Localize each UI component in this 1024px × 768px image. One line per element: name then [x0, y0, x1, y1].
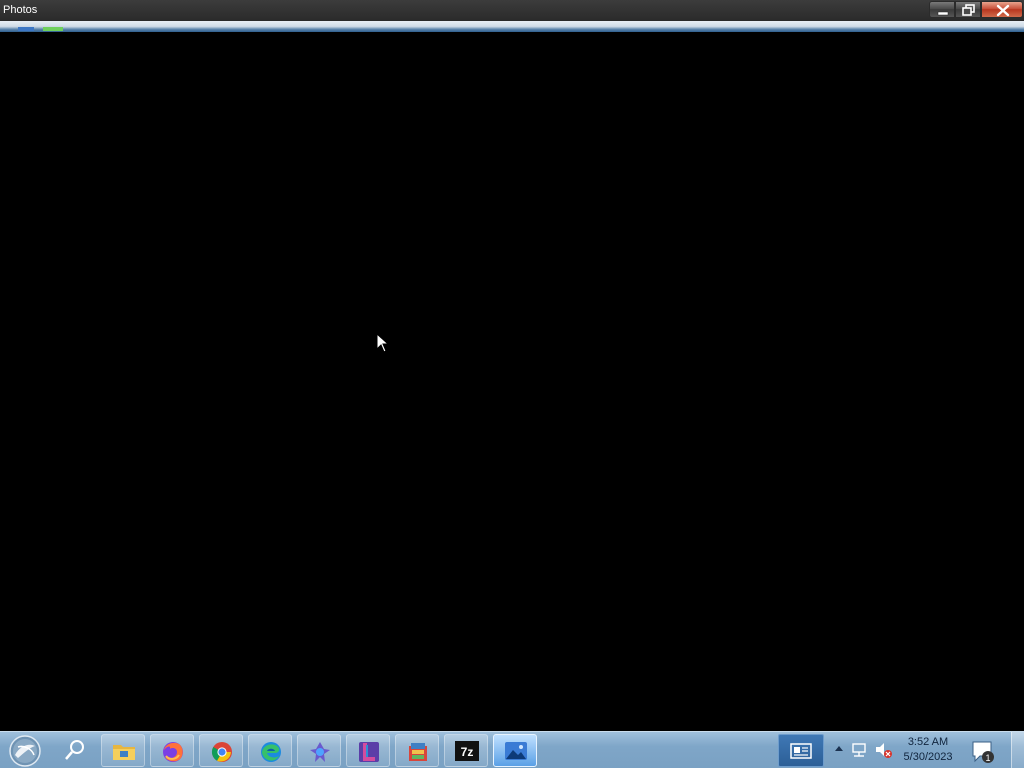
taskbar-edge[interactable] — [248, 734, 292, 767]
photo-viewer-area[interactable] — [0, 32, 1024, 731]
photos-icon — [505, 742, 527, 760]
chevron-up-icon[interactable] — [834, 744, 844, 754]
show-desktop-button[interactable] — [1011, 732, 1024, 768]
taskbar-app[interactable] — [297, 734, 341, 767]
taskbar-chrome[interactable] — [199, 734, 243, 767]
taskbar-7zip[interactable]: 7z — [444, 734, 488, 767]
loading-indicator — [18, 27, 34, 31]
news-widget-icon — [790, 743, 812, 759]
edge-icon — [261, 742, 281, 762]
7zip-icon: 7z — [455, 741, 479, 761]
close-icon — [996, 4, 1010, 17]
network-icon[interactable] — [850, 741, 870, 759]
maximize-button[interactable] — [955, 1, 981, 18]
clock-date[interactable]: 5/30/2023 — [896, 751, 960, 764]
minimize-button[interactable] — [929, 1, 955, 18]
notification-icon: 1 — [972, 741, 994, 763]
window-toolbar-strip — [0, 21, 1024, 32]
search-icon — [65, 740, 84, 760]
start-orb-icon — [9, 735, 41, 767]
minimize-icon — [937, 11, 949, 16]
archive-app-icon — [409, 743, 427, 761]
volume-muted-icon[interactable] — [874, 741, 894, 759]
start-button[interactable] — [4, 733, 42, 768]
taskbar-firefox[interactable] — [150, 734, 194, 767]
loading-indicator — [43, 27, 63, 31]
firefox-icon — [163, 742, 183, 762]
app-logo-icon — [310, 742, 330, 762]
mouse-cursor-icon — [376, 333, 390, 353]
chrome-icon — [211, 742, 232, 762]
clock-time[interactable]: 3:52 AM — [896, 736, 960, 749]
taskbar-file-explorer[interactable] — [101, 734, 145, 767]
search-button[interactable] — [58, 735, 92, 766]
app-l-icon — [359, 742, 379, 762]
folder-icon — [113, 745, 135, 760]
7zip-label: 7z — [461, 745, 474, 759]
taskbar: 7z 3:52 AM 5/30/2023 1 — [0, 731, 1024, 768]
taskbar-archive-app[interactable] — [395, 734, 439, 767]
window-title: Photos — [3, 4, 38, 16]
restore-icon — [962, 4, 975, 16]
notification-button[interactable]: 1 — [968, 736, 998, 766]
taskbar-app-l[interactable] — [346, 734, 390, 767]
close-button[interactable] — [981, 1, 1023, 18]
news-widget-button[interactable] — [778, 734, 824, 767]
desktop-screen: Photos 7z 3:52 AM 5/30/2023 1 — [0, 0, 1024, 768]
notification-count: 1 — [985, 753, 990, 763]
taskbar-photos[interactable] — [493, 734, 537, 767]
window-titlebar[interactable]: Photos — [0, 0, 1024, 21]
